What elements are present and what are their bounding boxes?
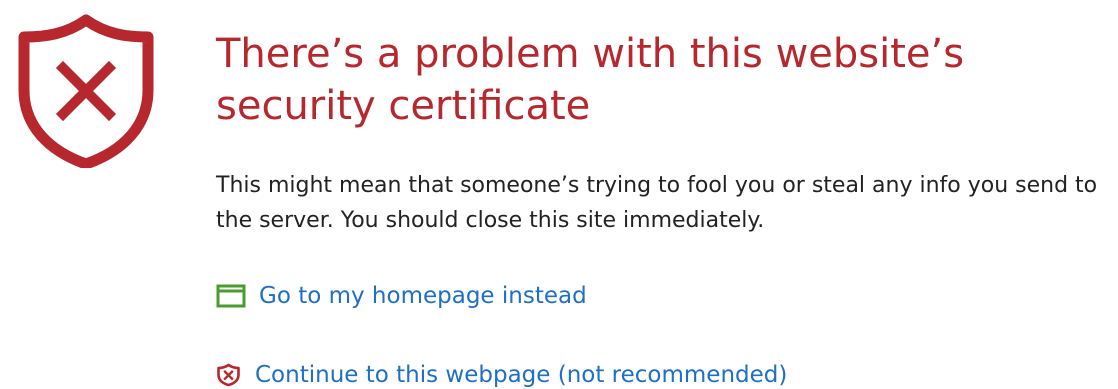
- shield-x-icon: [216, 363, 241, 387]
- continue-to-webpage-label: Continue to this webpage (not recommende…: [255, 362, 788, 388]
- homepage-window-svg: [216, 284, 246, 308]
- warning-shield-icon: [12, 14, 160, 168]
- certificate-error-page: There’s a problem with this website’s se…: [0, 0, 1118, 389]
- warning-shield-svg: [18, 14, 154, 168]
- error-description: This might mean that someone’s trying to…: [216, 173, 1098, 233]
- homepage-window-icon: [216, 284, 246, 308]
- go-to-homepage-label: Go to my homepage instead: [259, 283, 587, 309]
- go-to-homepage-link[interactable]: Go to my homepage instead: [216, 280, 587, 312]
- page-title: There’s a problem with this website’s se…: [216, 31, 965, 129]
- shield-x-mark: [55, 60, 117, 122]
- continue-to-webpage-link[interactable]: Continue to this webpage (not recommende…: [216, 359, 787, 389]
- small-shield-x-svg: [217, 363, 240, 387]
